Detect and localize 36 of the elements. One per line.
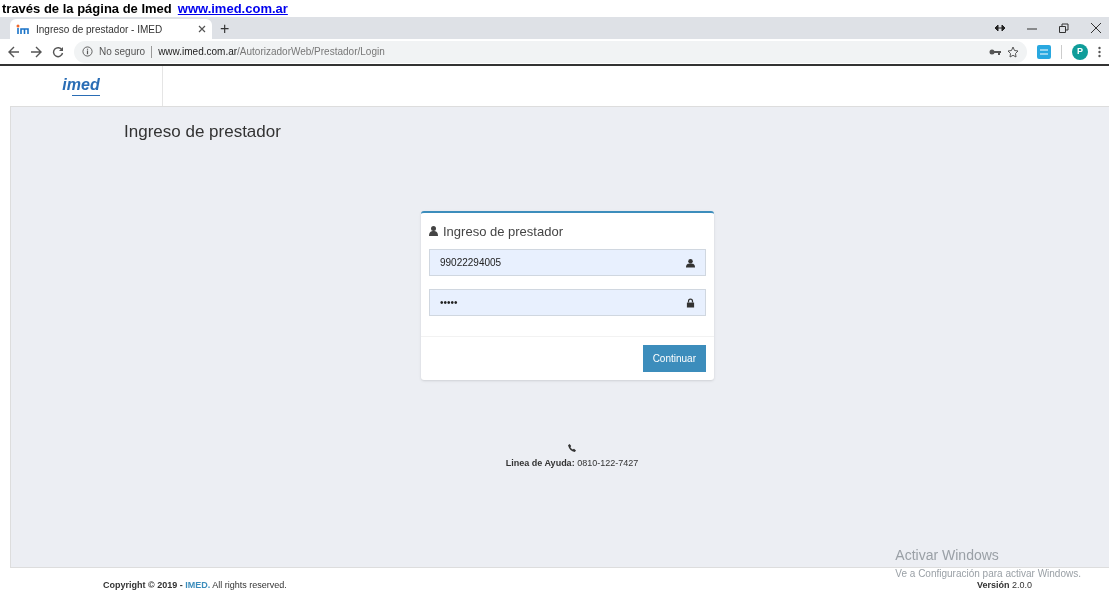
document-text: través de la página de Imed [2,2,172,15]
star-icon[interactable] [1007,45,1019,58]
info-icon [82,46,93,57]
user-icon [686,257,695,268]
version-text: Versión 2.0.0 [976,579,1032,592]
browser-tab[interactable]: Ingreso de prestador - IMED [10,19,212,39]
document-link[interactable]: www.imed.com.ar [177,2,288,15]
password-field[interactable]: ••••• [429,289,706,316]
back-arrow-icon[interactable] [8,45,20,58]
menu-icon[interactable] [1098,45,1101,58]
close-icon[interactable] [1091,23,1101,33]
close-icon[interactable] [198,25,206,33]
copyright-text: Copyright © 2019 - IMED. All rights reserved. [103,578,287,592]
tab-title: Ingreso de prestador - IMED [36,22,164,37]
url-text: www.imed.com.ar/AutorizadorWeb/Prestador/Login [158,45,386,59]
site-favicon-icon [16,24,30,34]
panel-title: Ingreso de prestador [443,222,563,241]
key-icon[interactable] [989,47,1001,56]
lock-icon [686,297,695,308]
resize-arrows-icon[interactable] [995,25,1005,31]
activation-title: Activar Windows [895,546,1000,565]
forward-arrow-icon[interactable] [30,45,42,58]
reload-icon[interactable] [52,45,64,58]
address-bar[interactable]: No seguro www.imed.com.ar/AutorizadorWeb/Prestador/Login [74,40,1027,63]
restore-icon[interactable] [1059,23,1069,33]
new-tab-button[interactable]: + [212,19,238,39]
phone-icon [568,444,576,452]
page-title: Ingreso de prestador [124,121,282,143]
continue-button[interactable]: Continuar [642,345,706,372]
username-field[interactable]: 99022294005 [429,249,706,276]
security-label: No seguro [99,45,146,59]
user-icon [429,226,438,237]
imed-logo[interactable]: imed [62,76,100,96]
activation-message: Ve a Configuración para activar Windows. [895,567,1081,581]
extension-icon[interactable] [1037,44,1051,59]
help-line-text: Linea de Ayuda: 0810-122-7427 [505,457,639,470]
